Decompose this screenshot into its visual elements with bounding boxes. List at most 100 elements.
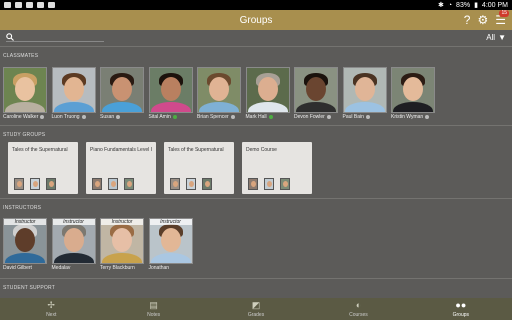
classmate-card[interactable]: Sital Amin <box>148 67 195 120</box>
member-thumbnail-face <box>267 181 272 187</box>
portrait-face <box>306 77 326 101</box>
classmate-name-row: Kristin Wyman <box>391 114 437 120</box>
nav-label: Grades <box>247 311 265 318</box>
avatar <box>342 67 387 113</box>
portrait-face <box>209 77 229 101</box>
member-thumbnail-face <box>127 181 132 187</box>
instructor-name-row: Jonathan <box>149 265 195 271</box>
member-thumbnail <box>264 178 274 190</box>
notification-badge: 15 <box>499 10 509 17</box>
portrait-face <box>354 77 375 101</box>
wifi-icon: ◔ <box>447 1 453 9</box>
section-heading-classmates: CLASSMATES <box>3 53 39 59</box>
member-thumbnail <box>202 178 212 190</box>
classmate-card[interactable]: Paul Bain <box>342 67 389 120</box>
study-group-card[interactable]: Demo Course <box>242 142 312 194</box>
study-group-title: Piano Fundamentals Level I <box>90 147 152 153</box>
instructor-card[interactable]: Instructor Terry Blackburn <box>100 218 146 271</box>
study-group-title: Tales of the Supernatural <box>12 147 68 153</box>
member-thumbnail <box>108 178 118 190</box>
classmate-card[interactable]: Brian Spencer <box>197 67 243 120</box>
status-bar: ✱ ◔ 83% ▮ 4:00 PM <box>0 0 512 10</box>
instructor-card[interactable]: Instructor Jonathan <box>148 218 195 271</box>
member-thumbnail <box>30 178 40 190</box>
member-thumbnail <box>186 178 196 190</box>
instructor-name-row: Medalav <box>52 265 98 271</box>
presence-indicator-icon <box>230 115 235 119</box>
divider <box>0 125 512 126</box>
member-thumbnail <box>248 178 258 190</box>
avatar: Instructor <box>100 218 144 264</box>
study-group-title: Tales of the Supernatural <box>168 147 224 153</box>
instructor-name: David Gilbert <box>3 265 32 271</box>
portrait-shoulders <box>102 102 142 112</box>
divider <box>0 46 512 47</box>
member-thumbnails <box>14 178 56 190</box>
filter-dropdown[interactable]: All ▼ <box>486 33 506 42</box>
help-icon[interactable]: ? <box>464 12 471 28</box>
nav-item-courses[interactable]: ◐ Courses <box>307 298 409 320</box>
portrait-shoulders <box>393 102 433 112</box>
member-thumbnail <box>170 178 180 190</box>
member-thumbnail-face <box>49 181 54 187</box>
portrait-face <box>257 77 278 101</box>
classmate-name: Devon Fowler <box>294 114 325 120</box>
classmate-name: Caroline Walker <box>3 114 39 120</box>
search-input[interactable] <box>17 33 97 40</box>
search-box[interactable] <box>6 32 104 42</box>
portrait-face <box>63 228 84 252</box>
classmate-card[interactable]: Luon Truong <box>51 67 98 120</box>
member-thumbnail-face <box>251 181 256 187</box>
instructor-tag: Instructor <box>101 219 143 225</box>
instructor-card[interactable]: Instructor David Gilbert <box>3 218 49 271</box>
portrait-shoulders <box>199 102 239 112</box>
menu-icon[interactable]: ☰ 15 <box>495 10 509 28</box>
study-group-card[interactable]: Piano Fundamentals Level I <box>86 142 156 194</box>
classmate-card[interactable]: Kristin Wyman <box>391 67 437 120</box>
classmate-card[interactable]: Mark Hall <box>245 67 292 120</box>
portrait-face <box>15 228 35 252</box>
presence-indicator-icon <box>326 115 331 119</box>
classmate-card[interactable]: Devon Fowler <box>294 67 340 120</box>
member-thumbnails <box>92 178 134 190</box>
study-group-card[interactable]: Tales of the Supernatural <box>8 142 78 194</box>
section-heading-student-support: STUDENT SUPPORT <box>3 285 55 291</box>
groups-icon: ●● <box>455 299 467 310</box>
member-thumbnail <box>14 178 24 190</box>
notification-icon <box>4 2 11 8</box>
portrait-shoulders <box>247 102 288 112</box>
member-thumbnail <box>124 178 134 190</box>
avatar <box>245 67 290 113</box>
classmate-name-row: Susan <box>100 114 146 120</box>
nav-item-next[interactable]: ✢ Next <box>0 298 102 320</box>
nav-item-grades[interactable]: ◩ Grades <box>205 298 307 320</box>
instructor-name: Terry Blackburn <box>100 265 135 271</box>
avatar <box>197 67 241 113</box>
courses-icon: ◐ <box>355 299 362 310</box>
search-row: All ▼ <box>0 30 512 44</box>
portrait-face <box>403 77 423 101</box>
classmate-name: Mark Hall <box>245 114 267 120</box>
dropdown-arrow-icon: ▼ <box>498 32 506 42</box>
portrait-shoulders <box>150 102 191 112</box>
member-thumbnail-face <box>111 181 116 187</box>
instructor-card[interactable]: Instructor Medalav <box>51 218 98 271</box>
instructor-name: Jonathan <box>148 265 170 271</box>
divider <box>0 198 512 199</box>
settings-gear-icon[interactable]: ⚙ <box>477 12 488 28</box>
nav-item-groups[interactable]: ●● Groups <box>410 298 512 320</box>
classmate-name-row: Mark Hall <box>246 114 292 120</box>
section-heading-study-groups: STUDY GROUPS <box>3 132 46 138</box>
classmate-card[interactable]: Caroline Walker <box>3 67 49 120</box>
classmate-card[interactable]: Susan <box>100 67 146 120</box>
study-group-card[interactable]: Tales of the Supernatural <box>164 142 234 194</box>
notification-icon <box>26 2 33 8</box>
portrait-shoulders <box>5 253 45 263</box>
grades-icon: ◩ <box>251 299 261 310</box>
member-thumbnail-face <box>17 181 22 187</box>
member-thumbnail <box>280 178 290 190</box>
member-thumbnail <box>46 178 56 190</box>
nav-item-notes[interactable]: ▤ Notes <box>102 298 204 320</box>
classmate-name-row: Brian Spencer <box>197 114 243 120</box>
instructor-tag: Instructor <box>149 219 192 225</box>
